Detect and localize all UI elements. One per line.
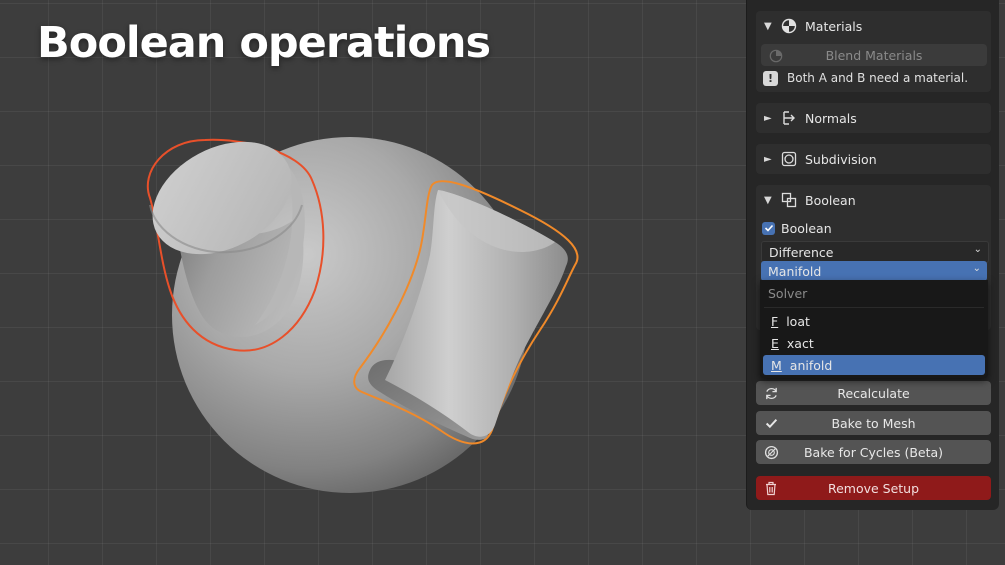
checkmark-icon (764, 224, 773, 232)
boolean-checkbox[interactable] (762, 221, 775, 235)
remove-setup-label: Remove Setup (827, 480, 920, 496)
solver-option-float[interactable]: Float (763, 311, 985, 331)
refresh-icon (762, 384, 780, 402)
normals-header[interactable]: ► Normals (756, 103, 991, 133)
solver-menu-header: Solver (768, 286, 808, 301)
bake-to-mesh-label: Bake to Mesh (831, 415, 916, 431)
subdivision-icon (780, 150, 798, 168)
solver-dropdown[interactable]: Manifold ⌄ (761, 261, 987, 281)
blend-materials-button[interactable]: Blend Materials (761, 44, 987, 66)
subdivision-section: ► Subdivision (756, 144, 991, 174)
normals-icon (780, 109, 798, 127)
chevron-down-icon: ⌄ (973, 244, 982, 255)
material-sphere-icon (767, 47, 785, 65)
chevron-down-icon: ▼ (764, 194, 772, 206)
cycles-icon (762, 443, 780, 461)
menu-divider (764, 307, 984, 308)
boolean-icon (780, 191, 798, 209)
blend-materials-label: Blend Materials (825, 47, 923, 63)
recalculate-button[interactable]: Recalculate (756, 381, 991, 405)
normals-section: ► Normals (756, 103, 991, 133)
boolean-header[interactable]: ▼ Boolean (756, 185, 991, 215)
trash-icon (762, 479, 780, 497)
subdivision-header[interactable]: ► Subdivision (756, 144, 991, 174)
solver-option-manifold[interactable]: Manifold (763, 355, 985, 375)
info-icon: ! (763, 70, 778, 86)
operation-dropdown[interactable]: Difference ⌄ (761, 241, 989, 263)
materials-header[interactable]: ▼ Materials (756, 11, 991, 41)
boolean-checkbox-row[interactable]: Boolean (762, 220, 832, 236)
bake-for-cycles-button[interactable]: Bake for Cycles (Beta) (756, 440, 991, 464)
material-sphere-icon (780, 17, 798, 35)
headline-title: Boolean operations (37, 18, 491, 68)
properties-panel: ▼ Materials Blend Materials ! Both A and… (746, 0, 999, 510)
solver-value: Manifold (768, 263, 822, 279)
checkmark-icon (762, 414, 780, 432)
material-info-text: Both A and B need a material. (787, 71, 969, 85)
bake-to-mesh-button[interactable]: Bake to Mesh (756, 411, 991, 435)
recalculate-label: Recalculate (837, 385, 910, 401)
subdivision-title: Subdivision (805, 151, 877, 167)
materials-title: Materials (805, 18, 863, 34)
bake-for-cycles-label: Bake for Cycles (Beta) (803, 444, 944, 460)
material-info-row: ! Both A and B need a material. (763, 69, 968, 87)
boolean-sphere-model[interactable] (0, 0, 745, 565)
solver-option-exact[interactable]: Exact (763, 333, 985, 353)
chevron-right-icon: ► (764, 112, 772, 124)
remove-setup-button[interactable]: Remove Setup (756, 476, 991, 500)
chevron-down-icon: ▼ (764, 20, 772, 32)
operation-value: Difference (769, 244, 834, 260)
boolean-title: Boolean (805, 192, 856, 208)
normals-title: Normals (805, 110, 857, 126)
boolean-checkbox-label: Boolean (781, 220, 832, 236)
materials-section: ▼ Materials Blend Materials ! Both A and… (756, 11, 991, 92)
solver-menu: Solver Float Exact Manifold (760, 280, 988, 378)
chevron-right-icon: ► (764, 153, 772, 165)
chevron-down-icon: ⌄ (972, 263, 981, 274)
